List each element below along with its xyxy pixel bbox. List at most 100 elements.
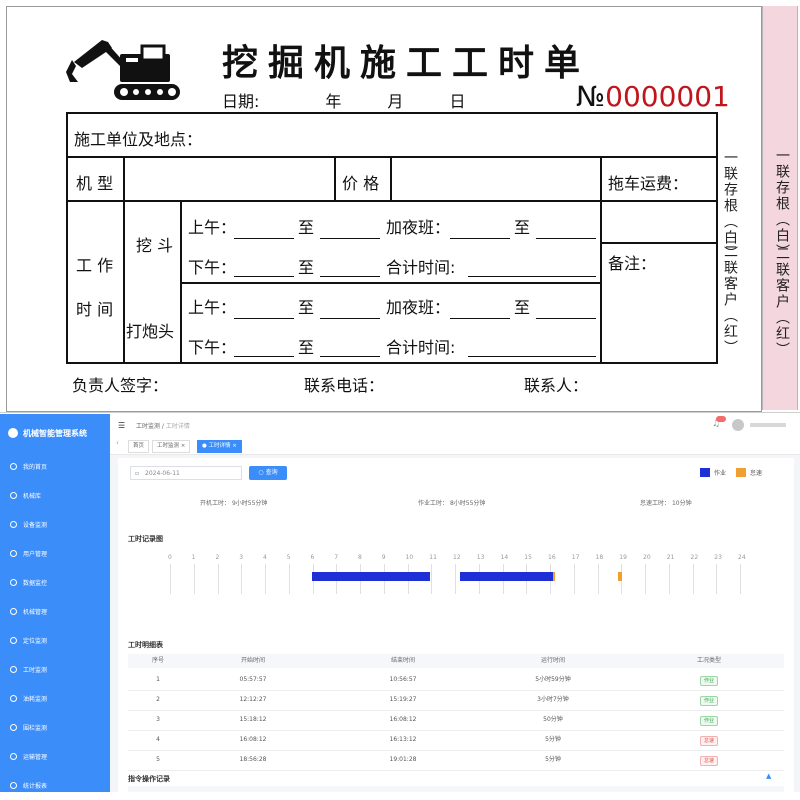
nav-item-home[interactable]: 我的首页 (0, 452, 110, 481)
gantt-segment[interactable] (533, 572, 554, 581)
cell-no: 2 (156, 696, 160, 703)
x-tick-label: 14 (500, 554, 509, 561)
form-table: 施工单位及地点： 机 型 价 格 拖车运费： 工 作 时 间 挖 斗 打炮头 备… (66, 112, 718, 364)
cell-no: 4 (156, 736, 160, 743)
nav-item-machines[interactable]: 机械库 (0, 481, 110, 510)
x-tick-label: 9 (381, 554, 386, 561)
table-row[interactable]: 3 15:18:12 16:08:12 50分钟 作业 (128, 710, 784, 731)
x-tick-label: 0 (168, 554, 172, 561)
nav-item-machine-mgmt[interactable]: 机械管理 (0, 597, 110, 626)
cell-no: 3 (156, 716, 160, 723)
header-no: 序号 (151, 657, 164, 664)
ops-table-header (128, 786, 784, 792)
nav-item-data-monitor[interactable]: 数据监控 (0, 568, 110, 597)
logo-icon (8, 428, 18, 438)
query-button[interactable]: ○ 查询 (249, 466, 287, 480)
x-tick-label: 15 (524, 554, 532, 561)
excavator-icon (66, 40, 180, 100)
table-header: 序号 开始时间 结束时间 运行时间 工况类型 (128, 654, 784, 668)
nav-item-worktime[interactable]: 工时监测 (0, 655, 110, 684)
x-tick-label: 20 (643, 554, 651, 561)
header-end: 结束时间 (390, 657, 415, 664)
monitor-icon (10, 521, 17, 528)
cell-end: 15:19:27 (389, 696, 417, 703)
menu-toggle-icon[interactable]: ☰ (118, 421, 125, 430)
tab-worktime-monitor[interactable]: 工时监测 × (152, 440, 191, 453)
nav-item-reports[interactable]: 统计报表 (0, 771, 110, 800)
model-label: 机 型 (76, 174, 114, 193)
date-label: 日期: (222, 92, 260, 111)
form-title: 挖掘机施工工时单 (222, 42, 591, 84)
tab-worktime-detail[interactable]: ● 工时详情 × (197, 440, 242, 453)
legend-work: 作业 (700, 468, 726, 477)
brand: 机械智能管理系统 (0, 414, 110, 452)
day-label: 日 (449, 92, 466, 111)
table-row[interactable]: 5 18:56:28 19:01:28 5分钟 怠速 (128, 750, 784, 771)
cell-start: 18:56:28 (239, 756, 267, 763)
nav-item-fuel[interactable]: 油耗监测 (0, 684, 110, 713)
x-tick-label: 18 (595, 554, 604, 561)
home-icon (10, 463, 17, 470)
x-gridline (241, 564, 243, 594)
x-gridline (193, 564, 195, 594)
x-tick-label: 21 (666, 554, 675, 561)
x-tick-label: 11 (429, 554, 437, 561)
gantt-segment[interactable] (617, 572, 622, 581)
fuel-icon (10, 695, 17, 702)
table-row[interactable]: 2 12:12:27 15:19:27 3小时7分钟 作业 (128, 690, 784, 711)
bucket-label: 挖 斗 (136, 236, 174, 255)
cell-no: 1 (156, 676, 160, 683)
fence-icon (10, 724, 17, 731)
x-tick-label: 16 (548, 554, 556, 561)
breadcrumb-item[interactable]: 工时监测 (136, 423, 160, 430)
nav-item-transport[interactable]: 运输管理 (0, 742, 110, 771)
header-duration: 运行时间 (540, 657, 565, 664)
gantt-segment[interactable] (311, 572, 430, 581)
x-gridline (645, 564, 646, 594)
x-tick-label: 5 (286, 554, 291, 561)
truck-icon (10, 608, 17, 615)
breaker-label: 打炮头 (126, 322, 175, 341)
location-icon (10, 637, 17, 644)
form-image: 挖掘机施工工时单 日期: 年 月 日 №0000001 施工单位及地点： 机 型… (0, 0, 800, 413)
nav-item-device-monitor[interactable]: 设备监测 (0, 510, 110, 539)
copy-strip: 一联存根（白） 二联客户（红） (762, 6, 798, 410)
x-tick-label: 19 (619, 554, 627, 561)
x-tick-label: 7 (334, 554, 339, 561)
tab-home[interactable]: 首页 (128, 440, 150, 453)
stat-work-time: 作业工时： 8小时55分钟 (418, 500, 486, 507)
table-row[interactable]: 1 05:57:57 10:56:57 5小时59分钟 作业 (128, 670, 784, 691)
gantt-segment[interactable] (459, 572, 534, 581)
serial-value: 0000001 (605, 80, 730, 113)
cell-end: 16:08:12 (389, 716, 417, 723)
chevron-left-icon[interactable]: ‹ (116, 439, 119, 447)
nav-item-location[interactable]: 定位监测 (0, 626, 110, 655)
copy-customer-label-left: 二联客户（红） (722, 244, 738, 356)
breaker-afternoon-label: 下午： (188, 338, 237, 357)
date-picker[interactable]: ▫ 2024-06-11 (130, 466, 242, 480)
x-tick-label: 8 (358, 554, 362, 561)
breaker-morning-label: 上午： (188, 298, 237, 317)
x-tick-label: 23 (714, 554, 722, 561)
nav-item-fence[interactable]: 围栏监测 (0, 713, 110, 742)
tab-bar: ‹ 首页 工时监测 × ● 工时详情 × (110, 436, 800, 455)
cell-duration: 50分钟 (543, 716, 563, 723)
search-icon: ○ (258, 469, 266, 476)
unit-location-label: 施工单位及地点： (74, 130, 203, 149)
cell-duration: 5分钟 (545, 756, 561, 763)
machine-icon (10, 492, 17, 499)
header-start: 开始时间 (240, 657, 265, 664)
table-row[interactable]: 4 16:08:12 16:13:12 5分钟 怠速 (128, 730, 784, 751)
avatar[interactable] (732, 419, 744, 431)
gantt-segment[interactable] (553, 572, 556, 581)
breaker-morning-to: 至 (298, 298, 315, 317)
x-tick-label: 13 (476, 554, 485, 561)
username-placeholder[interactable] (750, 423, 786, 427)
time-label: 时 间 (76, 300, 114, 319)
bucket-morning-label: 上午： (188, 218, 237, 237)
scroll-top-icon[interactable]: ▲ (766, 772, 771, 780)
legend-idle-swatch (736, 468, 746, 477)
work-label: 工 作 (76, 256, 114, 275)
chart-section-title: 工时记录图 (128, 535, 163, 543)
nav-item-users[interactable]: 用户管理 (0, 539, 110, 568)
